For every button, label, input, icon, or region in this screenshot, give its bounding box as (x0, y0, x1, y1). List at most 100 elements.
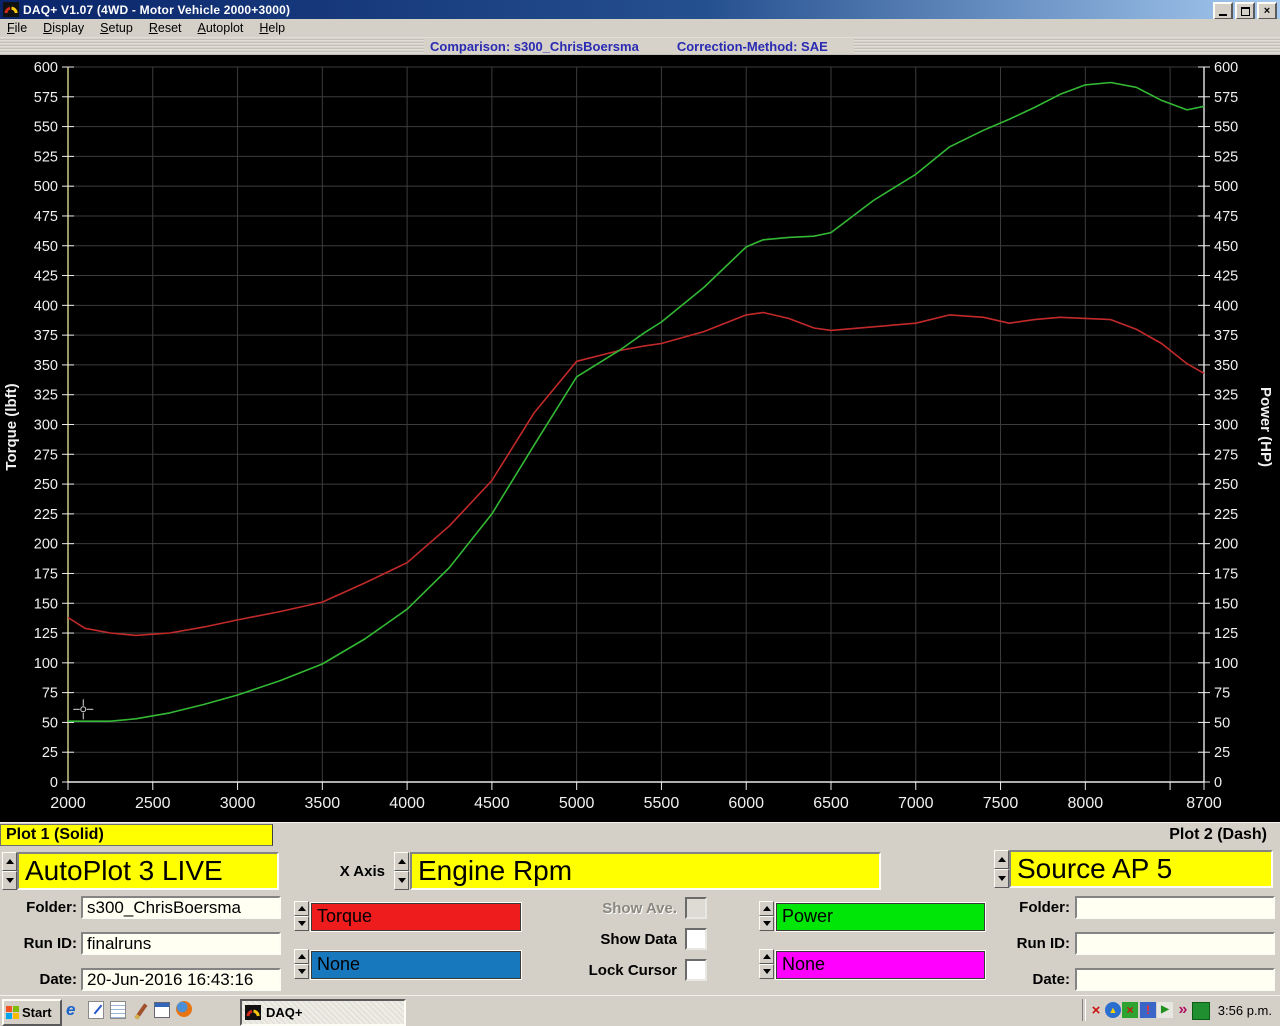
start-button[interactable]: Start (2, 999, 62, 1026)
spinner-up-button[interactable] (294, 901, 309, 916)
svg-text:3000: 3000 (220, 795, 256, 812)
spinner-up-button[interactable] (994, 850, 1009, 869)
paint-icon[interactable] (132, 1001, 150, 1019)
y3-channel-field[interactable]: Power (776, 903, 985, 931)
svg-text:4000: 4000 (389, 795, 425, 812)
y4-channel-field[interactable]: None (776, 951, 985, 979)
svg-text:275: 275 (34, 447, 58, 463)
svg-text:7500: 7500 (983, 795, 1019, 812)
plot1-header: Plot 1 (Solid) (0, 824, 273, 846)
firefox-icon[interactable] (176, 1001, 192, 1017)
left-axis-title: Torque (lbft) (3, 383, 20, 470)
svg-text:8000: 8000 (1068, 795, 1104, 812)
minimize-button[interactable] (1213, 2, 1233, 20)
network-warning-icon[interactable]: ▲ (1105, 1002, 1121, 1018)
plot1-folder-label: Folder: (0, 899, 77, 916)
svg-text:575: 575 (34, 90, 58, 106)
daq-task-button[interactable]: DAQ+ (240, 999, 406, 1026)
svg-text:175: 175 (1214, 566, 1238, 582)
antivirus-icon[interactable]: × (1088, 1002, 1104, 1018)
arrow-up-icon (298, 906, 306, 911)
svg-text:150: 150 (34, 596, 58, 612)
menu-setup[interactable]: Setup (93, 19, 142, 37)
compose-icon[interactable] (88, 1001, 104, 1019)
svg-text:575: 575 (1214, 90, 1238, 106)
plot2-source-field[interactable]: Source AP 5 (1009, 850, 1273, 888)
spinner-down-button[interactable] (394, 871, 409, 890)
fast-forward-icon[interactable]: » (1175, 1002, 1191, 1018)
control-panel: Plot 1 (Solid) AutoPlot 3 LIVE Folder: s… (0, 822, 1280, 996)
spinner-up-button[interactable] (759, 901, 774, 916)
arrow-up-icon (398, 859, 406, 864)
x-axis-field[interactable]: Engine Rpm (410, 852, 881, 890)
svg-text:350: 350 (1214, 358, 1238, 374)
spinner-up-button[interactable] (294, 949, 309, 964)
arrow-down-icon (763, 921, 771, 926)
sync-error-icon[interactable]: × (1122, 1002, 1138, 1018)
svg-text:4500: 4500 (474, 795, 510, 812)
ie-icon[interactable]: e (66, 1001, 84, 1019)
y1-channel-field[interactable]: Torque (311, 903, 521, 931)
svg-text:475: 475 (34, 209, 58, 225)
lock-cursor-checkbox[interactable] (685, 959, 707, 981)
plot2-runid-field[interactable] (1075, 932, 1275, 955)
menu-autoplot[interactable]: Autoplot (191, 19, 253, 37)
close-button[interactable]: × (1257, 2, 1277, 20)
plot-cursor[interactable] (73, 699, 93, 719)
menu-reset[interactable]: Reset (142, 19, 191, 37)
menu-help[interactable]: Help (252, 19, 294, 37)
plot1-date-field[interactable]: 20-Jun-2016 16:43:16 (81, 968, 281, 991)
plot2-date-label: Date: (990, 971, 1070, 988)
arrow-down-icon (398, 878, 406, 883)
notes-icon[interactable] (110, 1001, 126, 1019)
svg-text:525: 525 (1214, 149, 1238, 165)
network-activity-icon[interactable] (1192, 1002, 1210, 1020)
svg-text:300: 300 (1214, 418, 1238, 434)
x-axis-label: X Axis (290, 863, 385, 880)
spinner-down-button[interactable] (759, 964, 774, 979)
dyno-plot: Torque (lbft) Power (HP) 002525505075751… (0, 55, 1280, 822)
plot1-runid-field[interactable]: finalruns (81, 932, 281, 955)
svg-text:6500: 6500 (813, 795, 849, 812)
svg-text:500: 500 (34, 179, 58, 195)
arrow-up-icon (298, 954, 306, 959)
show-data-checkbox[interactable] (685, 928, 707, 950)
y2-spinner (294, 949, 309, 979)
arrow-up-icon (998, 857, 1006, 862)
alert-icon[interactable]: ! (1140, 1002, 1156, 1018)
svg-text:500: 500 (1214, 179, 1238, 195)
restore-button[interactable] (1235, 2, 1255, 20)
menu-display[interactable]: Display (36, 19, 93, 37)
spinner-down-button[interactable] (2, 871, 17, 890)
svg-text:6000: 6000 (728, 795, 764, 812)
plot1-folder-field[interactable]: s300_ChrisBoersma (81, 896, 281, 919)
y2-channel-field[interactable]: None (311, 951, 521, 979)
svg-text:50: 50 (1214, 715, 1230, 731)
media-player-icon[interactable] (154, 1002, 170, 1018)
lock-cursor-label: Lock Cursor (530, 962, 677, 979)
comparison-toolbar: Comparison: s300_ChrisBoersma Correction… (0, 37, 1280, 56)
menu-file[interactable]: File (0, 19, 36, 37)
spinner-down-button[interactable] (294, 964, 309, 979)
plot2-folder-label: Folder: (990, 899, 1070, 916)
arrow-down-icon (298, 921, 306, 926)
update-icon[interactable]: ▶ (1157, 1002, 1173, 1018)
spinner-up-button[interactable] (2, 852, 17, 871)
spinner-up-button[interactable] (759, 949, 774, 964)
spinner-down-button[interactable] (994, 869, 1009, 888)
svg-text:375: 375 (34, 328, 58, 344)
arrow-down-icon (998, 876, 1006, 881)
spinner-down-button[interactable] (294, 916, 309, 931)
y4-spinner (759, 949, 774, 979)
right-axis-title: Power (HP) (1257, 387, 1274, 467)
arrow-down-icon (298, 969, 306, 974)
svg-text:2000: 2000 (50, 795, 86, 812)
plot1-source-field[interactable]: AutoPlot 3 LIVE (17, 852, 279, 890)
plot2-date-field[interactable] (1075, 968, 1275, 991)
plot2-folder-field[interactable] (1075, 896, 1275, 919)
spinner-up-button[interactable] (394, 852, 409, 871)
spinner-down-button[interactable] (759, 916, 774, 931)
menu-bar: File Display Setup Reset Autoplot Help (0, 19, 1280, 37)
svg-text:450: 450 (34, 239, 58, 255)
minimize-icon (1219, 14, 1227, 16)
